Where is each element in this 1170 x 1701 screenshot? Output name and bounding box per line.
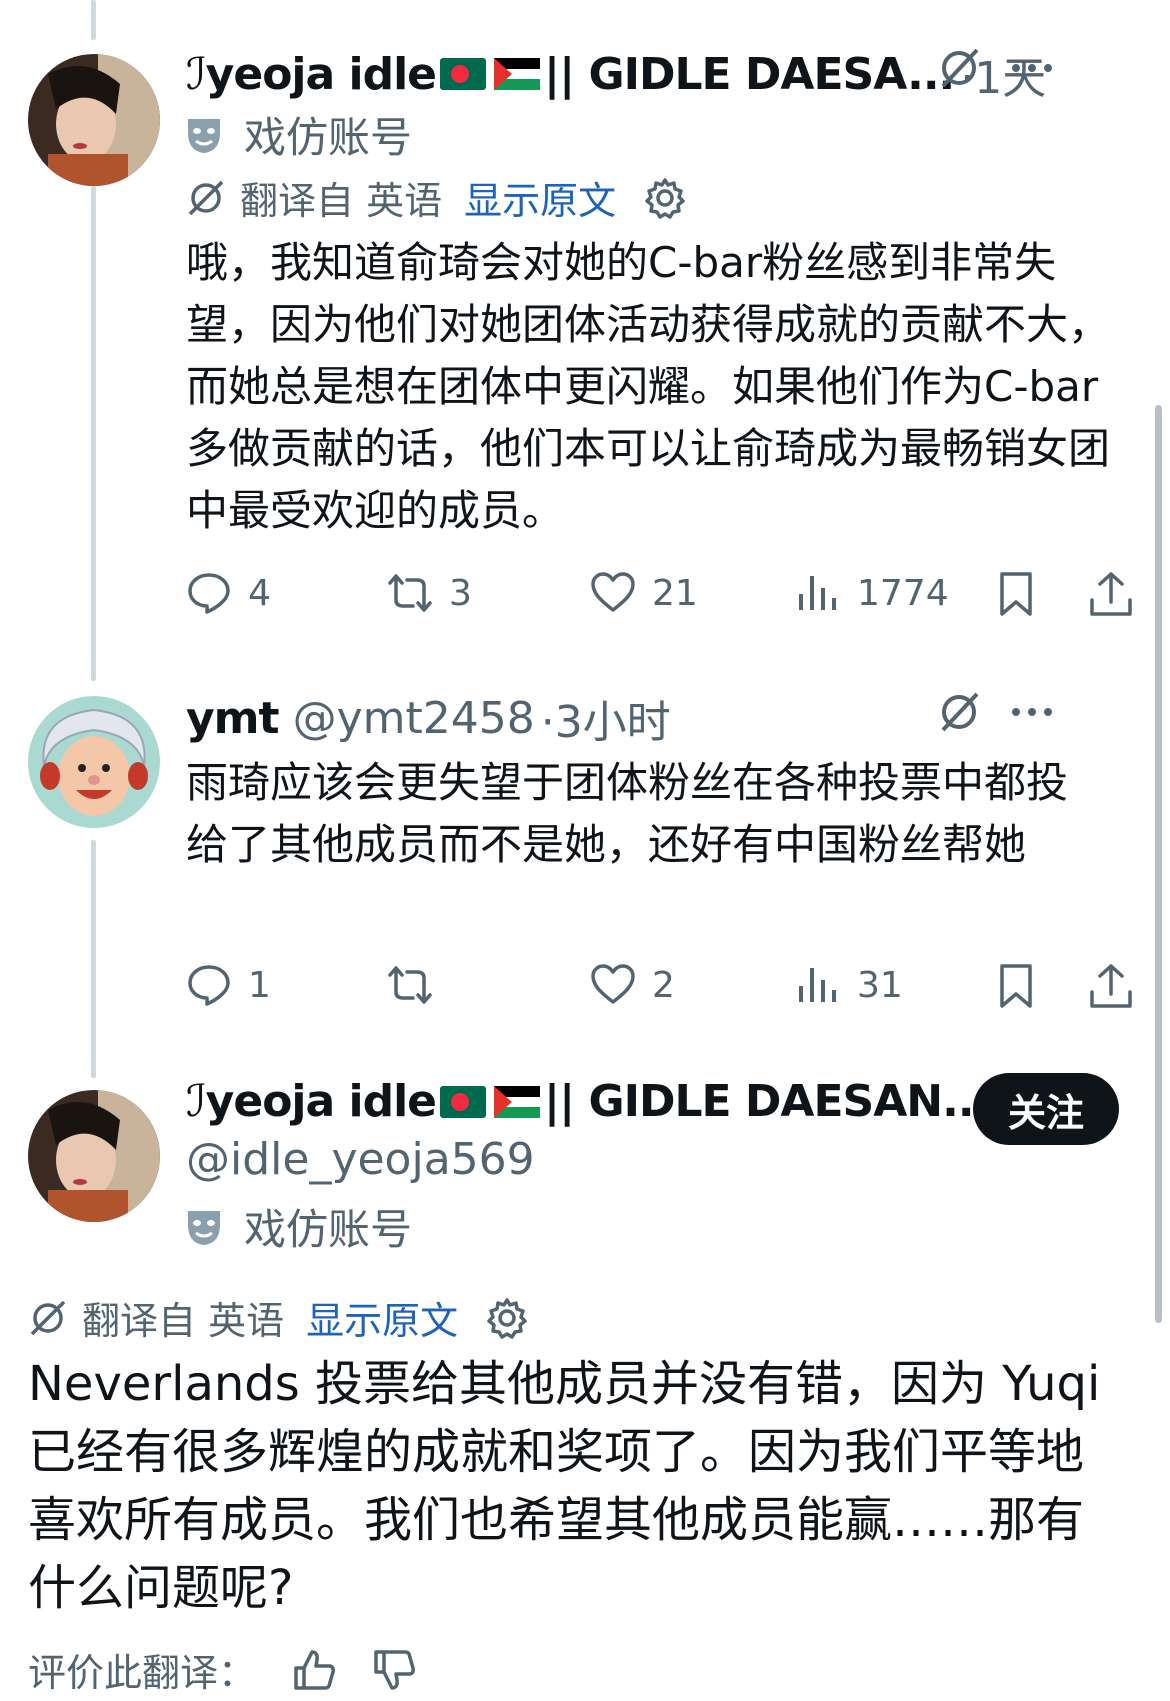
share-icon[interactable] [1087,570,1135,622]
follow-button[interactable]: 关注 [973,1073,1119,1145]
parody-badge: 戏仿账号 [186,1196,412,1257]
translate-icon [188,180,224,215]
thread-line-2 [91,840,96,1078]
thumbs-up-icon[interactable] [292,1648,336,1692]
view-count: 1774 [857,572,949,614]
translation-bar: 翻译自 英语 显示原文 [28,1290,528,1345]
reply-icon [188,573,230,614]
repost-button[interactable]: 3 [387,570,472,616]
show-original-link[interactable]: 显示原文 [306,1290,458,1345]
reply1-header: ℐ yeoja idle || GIDLE DAESA... ·1天 [186,42,1046,106]
views-icon [799,968,836,1002]
scrollbar[interactable] [1155,405,1162,1323]
views-button[interactable]: 31 [795,962,903,1008]
avatar[interactable] [28,696,160,828]
translated-from: 翻译自 英语 [240,179,443,223]
like-button[interactable]: 2 [590,962,675,1008]
translation-bar: 翻译自 英语 显示原文 [186,170,686,225]
main-post-header: ℐ yeoja idle || GIDLE DAESAN... [186,1076,990,1127]
grok-icon[interactable] [935,44,983,96]
reply-button[interactable]: 4 [186,570,271,616]
translate-icon [30,1300,66,1335]
palestine-flag-icon [494,1085,541,1118]
repost-icon [388,574,432,612]
heart-icon [591,964,635,1004]
parody-label: 戏仿账号 [244,113,413,162]
reply2-header: ymt @ymt2458 ·3小时 [186,686,671,750]
avatar-image-yeoja [28,54,160,186]
repost-button[interactable] [387,962,449,1008]
display-name[interactable]: yeoja idle [206,1076,437,1127]
verified-glyph: ℐ [186,48,207,100]
views-button[interactable]: 1774 [795,570,949,616]
show-original-link[interactable]: 显示原文 [464,170,616,225]
display-name-suffix[interactable]: || GIDLE DAESA... [544,49,955,100]
timestamp[interactable]: ·3小时 [541,686,671,750]
thread-line-top [91,0,96,40]
views-icon [799,576,836,610]
reply-icon [188,965,230,1006]
repost-icon [388,966,432,1004]
reply-count: 4 [248,572,271,614]
reply-count: 1 [248,964,271,1006]
main-post-text: Neverlands 投票给其他成员并没有错，因为 Yuqi 已经有很多辉煌的成… [28,1356,1101,1616]
handle[interactable]: @idle_yeoja569 [186,1134,535,1185]
view-count: 31 [857,964,903,1006]
avatar-image-yeoja [28,1090,160,1222]
thumbs-down-icon[interactable] [372,1648,416,1692]
bangladesh-flag-icon [440,1085,487,1118]
settings-gear-icon[interactable] [644,177,686,219]
avatar[interactable] [28,54,160,186]
reply-button[interactable]: 1 [186,962,271,1008]
more-icon[interactable] [1008,688,1056,740]
rate-translation-label: 评价此翻译： [28,1651,257,1695]
parody-badge: 戏仿账号 [186,104,412,165]
thread-line-1 [91,186,96,681]
bookmark-icon[interactable] [992,570,1040,622]
avatar[interactable] [28,1090,160,1222]
bookmark-icon[interactable] [992,962,1040,1014]
avatar-image-ymt [28,696,160,828]
display-name[interactable]: yeoja idle [206,49,437,100]
settings-gear-icon[interactable] [486,1297,528,1339]
reply2-text: 雨琦应该会更失望于团体粉丝在各种投票中都投给了其他成员而不是她，还好有中国粉丝帮… [186,758,1069,869]
rate-translation-bar: 评价此翻译： [28,1642,416,1697]
like-count: 21 [652,572,698,614]
bangladesh-flag-icon [440,58,487,90]
mask-icon [188,1210,220,1245]
reply1-text: 哦，我知道俞琦会对她的C-bar粉丝感到非常失望，因为他们对她团体活动获得成就的… [186,238,1111,535]
like-count: 2 [652,964,675,1006]
handle[interactable]: @ymt2458 [293,693,535,744]
mask-icon [188,118,220,153]
heart-icon [591,572,635,612]
palestine-flag-icon [494,58,541,90]
repost-count: 3 [449,572,472,614]
grok-icon[interactable] [935,688,983,740]
share-icon[interactable] [1087,962,1135,1014]
translated-from: 翻译自 英语 [82,1299,285,1343]
display-name-suffix[interactable]: || GIDLE DAESAN... [544,1076,990,1127]
verified-glyph: ℐ [186,1076,207,1127]
more-icon[interactable] [1008,44,1056,96]
display-name[interactable]: ymt [186,693,280,744]
like-button[interactable]: 21 [590,570,698,616]
parody-label: 戏仿账号 [244,1205,413,1254]
